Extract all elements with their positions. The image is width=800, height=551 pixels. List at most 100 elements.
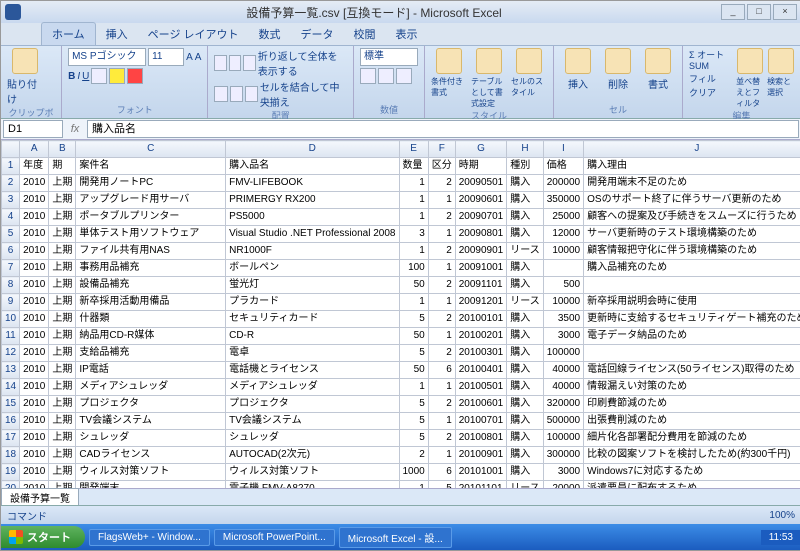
find-select-button[interactable]: 検索と選択 bbox=[767, 48, 794, 98]
cell[interactable]: 2010 bbox=[20, 362, 49, 379]
row-header[interactable]: 8 bbox=[2, 277, 20, 294]
name-box[interactable]: D1 bbox=[3, 120, 63, 138]
row-header[interactable]: 12 bbox=[2, 345, 20, 362]
row-header[interactable]: 20 bbox=[2, 481, 20, 489]
cell[interactable]: 1 bbox=[399, 175, 428, 192]
formula-input[interactable]: 購入品名 bbox=[87, 120, 799, 138]
cell[interactable]: 20100701 bbox=[455, 413, 507, 430]
cell[interactable]: 6 bbox=[428, 464, 455, 481]
cell[interactable]: 顧客情報把守化に伴う環境構築のため bbox=[584, 243, 800, 260]
cell[interactable]: 更新時に支給するセキュリティゲート補充のため bbox=[584, 311, 800, 328]
cell[interactable]: 2010 bbox=[20, 464, 49, 481]
cell[interactable]: 蛍光灯 bbox=[226, 277, 399, 294]
cell[interactable]: 電子データ納品のため bbox=[584, 328, 800, 345]
currency-icon[interactable] bbox=[360, 68, 376, 84]
cell[interactable]: 500000 bbox=[543, 413, 583, 430]
cell[interactable]: 40000 bbox=[543, 362, 583, 379]
cell[interactable]: 2 bbox=[399, 447, 428, 464]
cell[interactable]: 20101101 bbox=[455, 481, 507, 489]
font-size-select[interactable]: 11 bbox=[148, 48, 184, 66]
cell[interactable]: 購入 bbox=[507, 311, 544, 328]
cell[interactable]: 20100601 bbox=[455, 396, 507, 413]
cell[interactable]: 購入 bbox=[507, 226, 544, 243]
cell[interactable]: 購入 bbox=[507, 396, 544, 413]
font-name-select[interactable]: MS Pゴシック bbox=[68, 48, 146, 66]
cell[interactable]: 電話回線ライセンス(50ライセンス)取得のため bbox=[584, 362, 800, 379]
cell[interactable]: 2010 bbox=[20, 294, 49, 311]
cell[interactable]: 2010 bbox=[20, 328, 49, 345]
increase-font-icon[interactable]: A bbox=[186, 52, 193, 63]
cell[interactable]: 20100901 bbox=[455, 447, 507, 464]
cell[interactable]: 什器類 bbox=[76, 311, 226, 328]
cell[interactable]: 購入 bbox=[507, 277, 544, 294]
cell[interactable]: 1 bbox=[428, 294, 455, 311]
cell[interactable]: 顧客への提案及び手続きをスムーズに行うため bbox=[584, 209, 800, 226]
cell[interactable]: 3000 bbox=[543, 464, 583, 481]
column-header[interactable]: A bbox=[20, 141, 49, 158]
align-center-icon[interactable] bbox=[230, 86, 243, 102]
column-header[interactable]: G bbox=[455, 141, 507, 158]
row-header[interactable]: 15 bbox=[2, 396, 20, 413]
font-color-icon[interactable] bbox=[127, 68, 143, 84]
cell[interactable]: 新卒採用活動用備品 bbox=[76, 294, 226, 311]
cell[interactable]: IP電話 bbox=[76, 362, 226, 379]
taskbar-item[interactable]: Microsoft PowerPoint... bbox=[214, 529, 335, 546]
cell[interactable]: 5 bbox=[399, 311, 428, 328]
cell[interactable]: 数量 bbox=[399, 158, 428, 175]
cell[interactable]: 50 bbox=[399, 362, 428, 379]
cell[interactable]: 2 bbox=[428, 277, 455, 294]
sheet-tab[interactable]: 設備予算一覧 bbox=[1, 488, 79, 506]
cell[interactable]: 2 bbox=[428, 243, 455, 260]
cell[interactable]: 1 bbox=[428, 192, 455, 209]
cell[interactable]: ウィルス対策ソフト bbox=[226, 464, 399, 481]
cell[interactable]: 20100401 bbox=[455, 362, 507, 379]
cell[interactable]: シュレッダ bbox=[226, 430, 399, 447]
column-header[interactable]: B bbox=[49, 141, 76, 158]
cell[interactable]: 購入 bbox=[507, 413, 544, 430]
underline-button[interactable]: U bbox=[82, 71, 89, 82]
column-header[interactable]: H bbox=[507, 141, 544, 158]
cell[interactable]: 2 bbox=[428, 345, 455, 362]
cell[interactable]: 1 bbox=[428, 260, 455, 277]
cell[interactable]: 1 bbox=[428, 379, 455, 396]
tab-formulas[interactable]: 数式 bbox=[249, 23, 291, 45]
cell[interactable]: 10000 bbox=[543, 243, 583, 260]
cell[interactable]: 比較の図案ソフトを検討したため(約300千円) bbox=[584, 447, 800, 464]
column-header[interactable]: D bbox=[226, 141, 399, 158]
cell[interactable]: 種別 bbox=[507, 158, 544, 175]
cell[interactable]: セキュリティカード bbox=[226, 311, 399, 328]
cell[interactable]: 20090901 bbox=[455, 243, 507, 260]
decrease-font-icon[interactable]: A bbox=[195, 52, 202, 63]
tab-home[interactable]: ホーム bbox=[41, 22, 96, 45]
cell[interactable]: 購入 bbox=[507, 464, 544, 481]
cell[interactable]: メディアシュレッダ bbox=[76, 379, 226, 396]
cell[interactable]: 購入 bbox=[507, 379, 544, 396]
row-header[interactable]: 16 bbox=[2, 413, 20, 430]
row-header[interactable]: 9 bbox=[2, 294, 20, 311]
cell[interactable]: 1 bbox=[399, 192, 428, 209]
cell[interactable]: CD-R bbox=[226, 328, 399, 345]
taskbar-item[interactable]: Microsoft Excel - 設... bbox=[339, 527, 452, 548]
cell[interactable]: リース bbox=[507, 294, 544, 311]
tab-view[interactable]: 表示 bbox=[386, 23, 428, 45]
cell[interactable]: 320000 bbox=[543, 396, 583, 413]
cell[interactable]: 購入品名 bbox=[226, 158, 399, 175]
comma-icon[interactable] bbox=[396, 68, 412, 84]
cell[interactable]: 上期 bbox=[49, 481, 76, 489]
cell[interactable]: 50 bbox=[399, 328, 428, 345]
cell[interactable]: 購入理由 bbox=[584, 158, 800, 175]
cell[interactable]: AUTOCAD(2次元) bbox=[226, 447, 399, 464]
cell[interactable]: 購入 bbox=[507, 328, 544, 345]
cell[interactable]: 1 bbox=[399, 294, 428, 311]
border-icon[interactable] bbox=[91, 68, 107, 84]
cell[interactable]: 1 bbox=[428, 447, 455, 464]
cell[interactable]: 300000 bbox=[543, 447, 583, 464]
cell[interactable]: 20090601 bbox=[455, 192, 507, 209]
row-header[interactable]: 18 bbox=[2, 447, 20, 464]
cell[interactable]: サーバ更新時のテスト環境構築のため bbox=[584, 226, 800, 243]
cell[interactable]: 3 bbox=[399, 226, 428, 243]
cell[interactable]: 上期 bbox=[49, 209, 76, 226]
cell[interactable]: 5 bbox=[399, 430, 428, 447]
row-header[interactable]: 19 bbox=[2, 464, 20, 481]
cell[interactable]: 2010 bbox=[20, 413, 49, 430]
